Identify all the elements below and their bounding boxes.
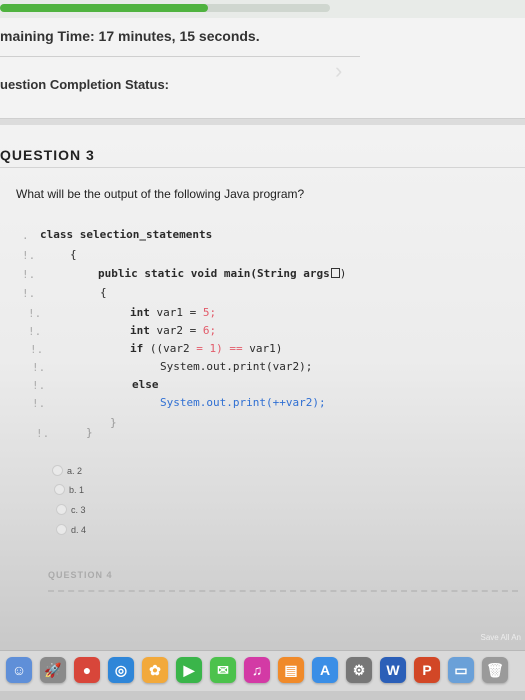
line-marker: !. <box>30 343 44 356</box>
line-marker: !. <box>22 287 36 300</box>
code-operator: == <box>229 342 250 355</box>
chrome-icon[interactable]: ● <box>74 657 100 683</box>
dock: ☺ 🚀 ● ◎ ✿ ▶ ✉ ♫ ▤ A ⚙ W P ▭ 🗑 <box>0 645 525 700</box>
header-panel: maining Time: 17 minutes, 15 seconds. › … <box>0 18 525 119</box>
code-text: var1) <box>249 342 283 355</box>
code-line: int var1 = 5; <box>130 306 217 319</box>
code-line: if ((var2 = 1) == var1) <box>130 342 282 355</box>
answer-label: d. 4 <box>71 524 87 535</box>
code-line: { <box>100 286 107 299</box>
code-text: var2 = <box>149 324 203 337</box>
radio-button[interactable] <box>52 465 63 476</box>
answer-label: c. 3 <box>71 504 86 515</box>
code-text: public static void main(String args <box>98 267 330 280</box>
answer-label: b. 1 <box>69 484 85 495</box>
code-line: } <box>110 416 117 429</box>
safari-icon[interactable]: ◎ <box>108 657 134 683</box>
progress-bar <box>0 0 525 18</box>
code-line: { <box>70 248 77 261</box>
completion-status: uestion Completion Status: <box>0 77 169 92</box>
messages-icon[interactable]: ✉ <box>210 657 236 683</box>
line-marker: !. <box>32 397 46 410</box>
remaining-time: maining Time: 17 minutes, 15 seconds. <box>0 28 260 44</box>
trash-icon[interactable]: 🗑 <box>482 657 508 683</box>
next-question-title: QUESTION 4 <box>48 570 113 580</box>
ibooks-icon[interactable]: ▤ <box>278 657 304 683</box>
launchpad-icon[interactable]: 🚀 <box>40 657 66 683</box>
save-all-button[interactable]: Save All An <box>481 633 521 642</box>
code-block: . class selection_statements !. { !. pub… <box>0 223 525 453</box>
code-line: } <box>86 426 93 439</box>
unknown-char-icon <box>330 268 340 278</box>
word-icon[interactable]: W <box>380 657 406 683</box>
answer-option-b[interactable]: b. 1 <box>54 484 84 495</box>
radio-button[interactable] <box>54 484 65 495</box>
code-keyword: int <box>130 324 150 337</box>
answer-option-d[interactable]: d. 4 <box>56 524 86 535</box>
line-marker: !. <box>28 325 42 338</box>
line-marker: !. <box>36 427 50 440</box>
powerpoint-icon[interactable]: P <box>414 657 440 683</box>
divider <box>0 56 360 57</box>
settings-icon[interactable]: ⚙ <box>346 657 372 683</box>
line-marker: !. <box>22 249 36 262</box>
line-marker: !. <box>28 307 42 320</box>
code-text: ) <box>339 267 347 280</box>
code-line: public static void main(String args) <box>98 267 346 280</box>
finder-icon[interactable]: ☺ <box>6 657 32 683</box>
chevron-right-icon[interactable]: › <box>335 58 353 86</box>
code-text: ((var2 <box>143 342 197 355</box>
answer-label: a. 2 <box>67 465 83 476</box>
next-question-text <box>48 590 518 598</box>
line-marker: !. <box>32 379 46 392</box>
answer-option-a[interactable]: a. 2 <box>52 465 82 476</box>
question-title: QUESTION 3 <box>0 147 95 163</box>
line-marker: !. <box>22 268 36 281</box>
code-line: else <box>132 378 159 391</box>
question-text: What will be the output of the following… <box>16 187 305 201</box>
radio-button[interactable] <box>56 504 67 515</box>
code-line: System.out.print(++var2); <box>160 396 326 409</box>
code-number: 1) <box>209 342 230 355</box>
itunes-icon[interactable]: ♫ <box>244 657 270 683</box>
code-line: int var2 = 6; <box>130 324 217 337</box>
code-keyword: int <box>130 306 150 319</box>
question-divider <box>0 167 525 168</box>
answer-option-c[interactable]: c. 3 <box>56 504 86 515</box>
code-line: class selection_statements <box>40 228 213 241</box>
photos-icon[interactable]: ✿ <box>142 657 168 683</box>
progress-fill <box>0 4 208 12</box>
code-operator: = <box>196 342 210 355</box>
line-marker: . <box>22 229 29 242</box>
radio-button[interactable] <box>56 524 67 535</box>
folder-icon[interactable]: ▭ <box>448 657 474 683</box>
code-text: var1 = <box>149 306 203 319</box>
code-keyword: if <box>130 342 144 355</box>
facetime-icon[interactable]: ▶ <box>176 657 202 683</box>
code-line: System.out.print(var2); <box>160 360 313 373</box>
line-marker: !. <box>32 361 46 374</box>
question-panel: QUESTION 3 What will be the output of th… <box>0 125 525 645</box>
appstore-icon[interactable]: A <box>312 657 338 683</box>
